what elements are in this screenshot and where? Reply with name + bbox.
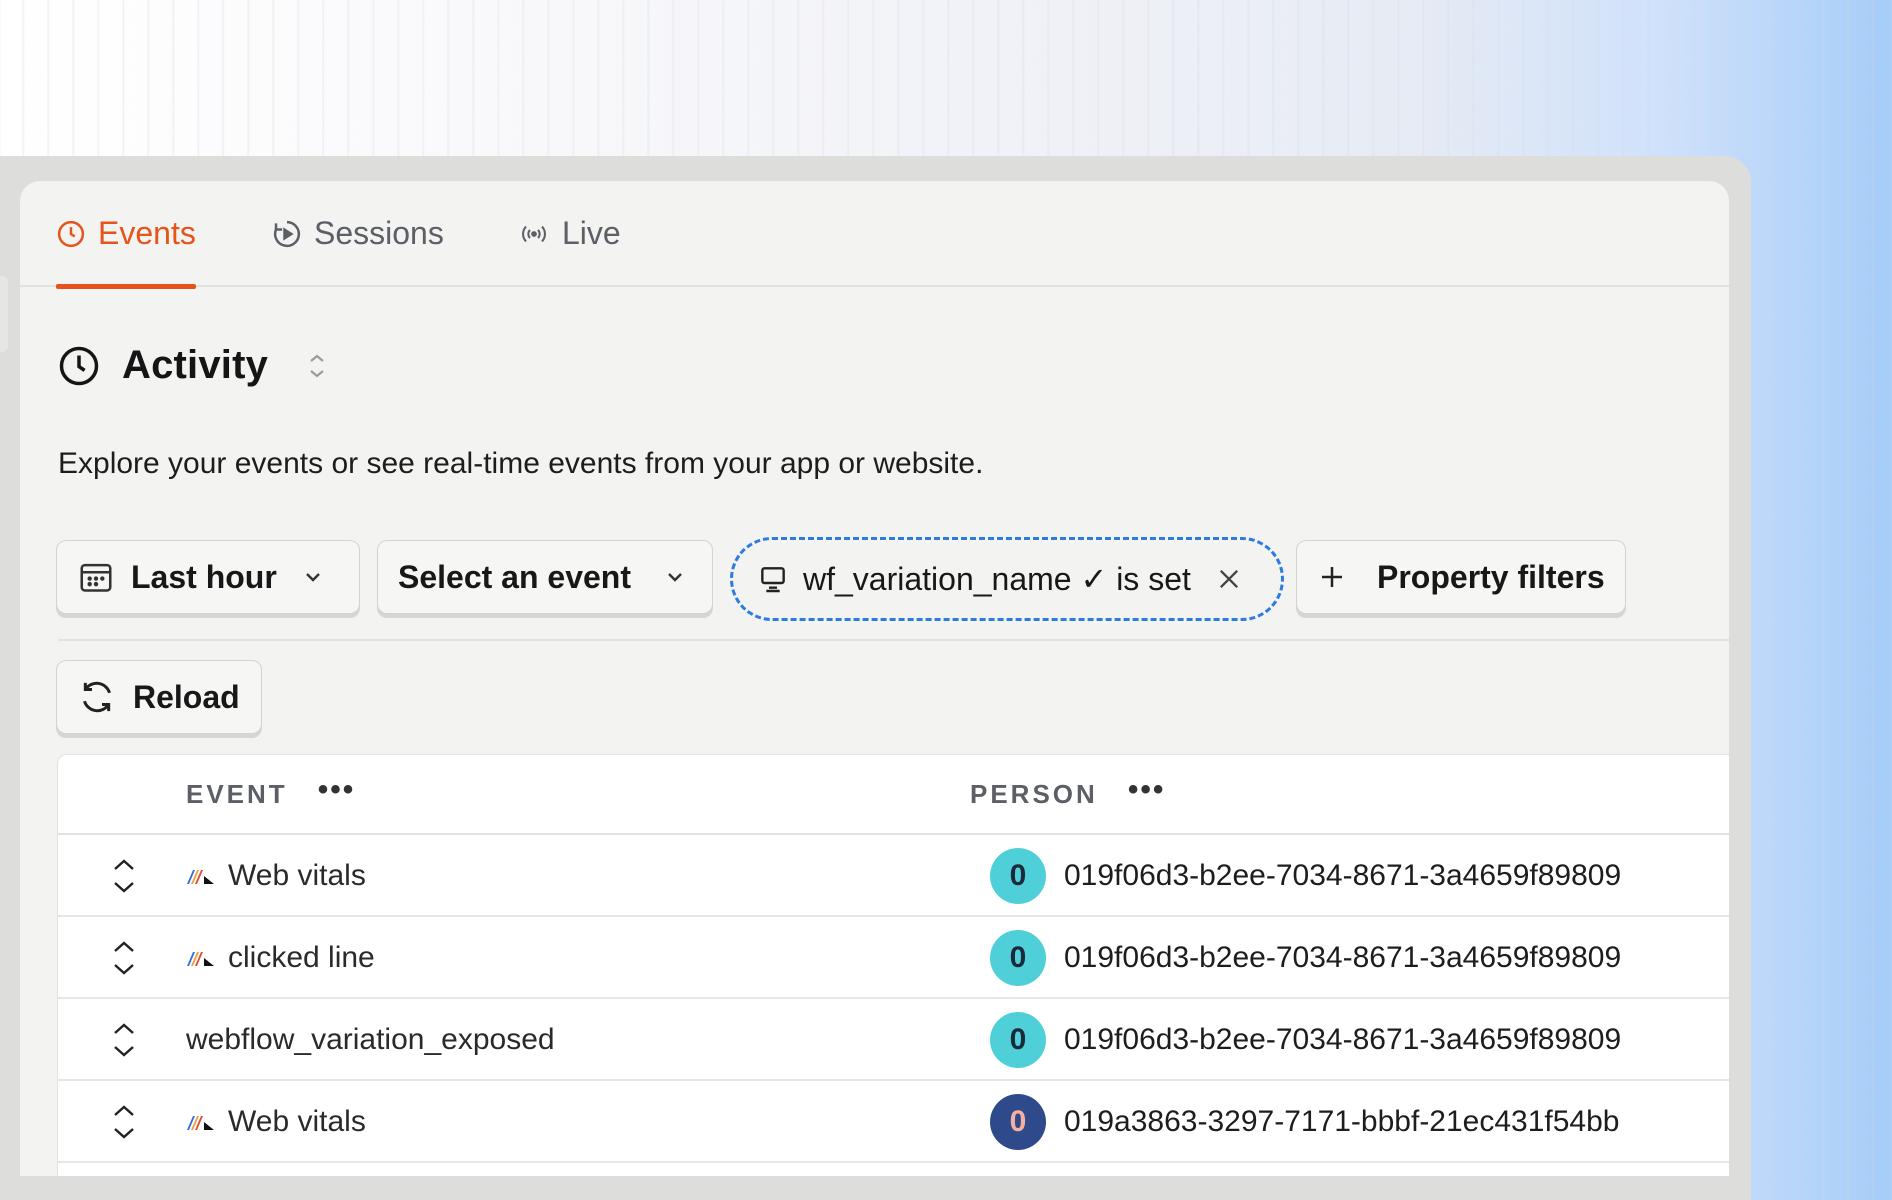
table-row[interactable]: Web vitals 0 019a3863-3297-7171-bbbf-21e…	[58, 1081, 1729, 1163]
event-name: webflow_variation_exposed	[186, 1023, 555, 1056]
activity-panel: Events Sessions Live Activity Explore yo…	[20, 181, 1729, 1181]
expand-row-icon[interactable]	[110, 1101, 138, 1143]
active-property-filter[interactable]: wf_variation_name ✓ is set	[730, 537, 1284, 621]
person-cell[interactable]: 0 019f06d3-b2ee-7034-8671-3a4659f89809	[990, 835, 1621, 917]
events-table: EVENT ••• PERSON ••• Web vitals 0 019f06…	[57, 754, 1729, 1181]
add-filter-label: Property filters	[1377, 558, 1605, 595]
date-range-select[interactable]: Last hour	[56, 540, 360, 614]
date-range-label: Last hour	[131, 558, 277, 595]
expand-row-icon[interactable]	[110, 855, 138, 897]
page-header: Activity	[58, 343, 328, 388]
close-icon[interactable]	[1215, 565, 1243, 593]
avatar: 0	[990, 1094, 1046, 1150]
tab-events[interactable]: Events	[56, 215, 196, 289]
tab-sessions[interactable]: Sessions	[272, 215, 444, 287]
tab-live-label: Live	[562, 215, 621, 251]
table-row[interactable]: Web vitals 0 019f06d3-b2ee-7034-8671-3a4…	[58, 835, 1729, 917]
avatar: 0	[990, 1012, 1046, 1068]
sidebar-edge	[0, 276, 8, 352]
expand-row-icon[interactable]	[110, 1019, 138, 1061]
column-menu-button[interactable]: •••	[318, 773, 356, 807]
window-bottom-edge	[0, 1176, 1751, 1200]
table-row[interactable]: webflow_variation_exposed 0 019f06d3-b2e…	[58, 999, 1729, 1081]
add-property-filter-button[interactable]: Property filters	[1296, 540, 1626, 614]
column-header-person-label: PERSON	[970, 779, 1098, 809]
collapse-chevrons-icon[interactable]	[306, 349, 328, 383]
event-cell[interactable]: clicked line	[186, 917, 375, 999]
table-header: EVENT ••• PERSON •••	[58, 755, 1729, 835]
tab-bar: Events Sessions Live	[20, 181, 1729, 289]
avatar: 0	[990, 930, 1046, 986]
event-name: Web vitals	[228, 1105, 366, 1138]
tab-events-label: Events	[98, 215, 196, 251]
person-cell[interactable]: 0 019a3863-3297-7171-bbbf-21ec431f54bb	[990, 1081, 1619, 1163]
page-description: Explore your events or see real-time eve…	[58, 447, 984, 480]
event-cell[interactable]: Web vitals	[186, 1081, 366, 1163]
clock-icon	[59, 346, 99, 385]
reload-icon	[83, 681, 111, 713]
tab-live[interactable]: Live	[518, 215, 621, 287]
expand-row-icon[interactable]	[110, 937, 138, 979]
chevron-down-icon	[305, 573, 320, 582]
event-cell[interactable]: webflow_variation_exposed	[186, 999, 555, 1081]
page-title: Activity	[122, 343, 269, 387]
active-filter-label: wf_variation_name ✓ is set	[803, 561, 1191, 597]
event-select-label: Select an event	[398, 558, 631, 595]
person-id: 019a3863-3297-7171-bbbf-21ec431f54bb	[1064, 1105, 1620, 1138]
person-id: 019f06d3-b2ee-7034-8671-3a4659f89809	[1064, 1023, 1622, 1056]
tab-sessions-label: Sessions	[314, 215, 444, 251]
clock-icon	[57, 220, 85, 248]
column-menu-button[interactable]: •••	[1128, 773, 1166, 807]
web-analytics-icon	[187, 952, 214, 966]
column-header-event-label: EVENT	[186, 779, 288, 809]
reload-label: Reload	[133, 678, 240, 715]
calendar-icon	[80, 563, 112, 592]
avatar: 0	[990, 848, 1046, 904]
play-circle-icon	[273, 220, 301, 248]
web-analytics-icon	[187, 1116, 214, 1130]
column-header-event: EVENT •••	[186, 773, 355, 810]
web-analytics-icon	[187, 870, 214, 884]
person-id: 019f06d3-b2ee-7034-8671-3a4659f89809	[1064, 859, 1622, 892]
monitor-icon	[761, 567, 785, 593]
person-cell[interactable]: 0 019f06d3-b2ee-7034-8671-3a4659f89809	[990, 917, 1621, 999]
divider	[58, 639, 1729, 641]
reload-button[interactable]: Reload	[56, 660, 262, 734]
person-id: 019f06d3-b2ee-7034-8671-3a4659f89809	[1064, 941, 1622, 974]
chevron-down-icon	[668, 573, 682, 582]
event-name: clicked line	[228, 941, 375, 974]
event-name: Web vitals	[228, 859, 366, 892]
plus-icon	[1322, 567, 1342, 587]
event-select[interactable]: Select an event	[377, 540, 713, 614]
table-row[interactable]: clicked line 0 019f06d3-b2ee-7034-8671-3…	[58, 917, 1729, 999]
broadcast-icon	[522, 225, 546, 243]
event-cell[interactable]: Web vitals	[186, 835, 366, 917]
column-header-person: PERSON •••	[970, 773, 1165, 810]
person-cell[interactable]: 0 019f06d3-b2ee-7034-8671-3a4659f89809	[990, 999, 1621, 1081]
